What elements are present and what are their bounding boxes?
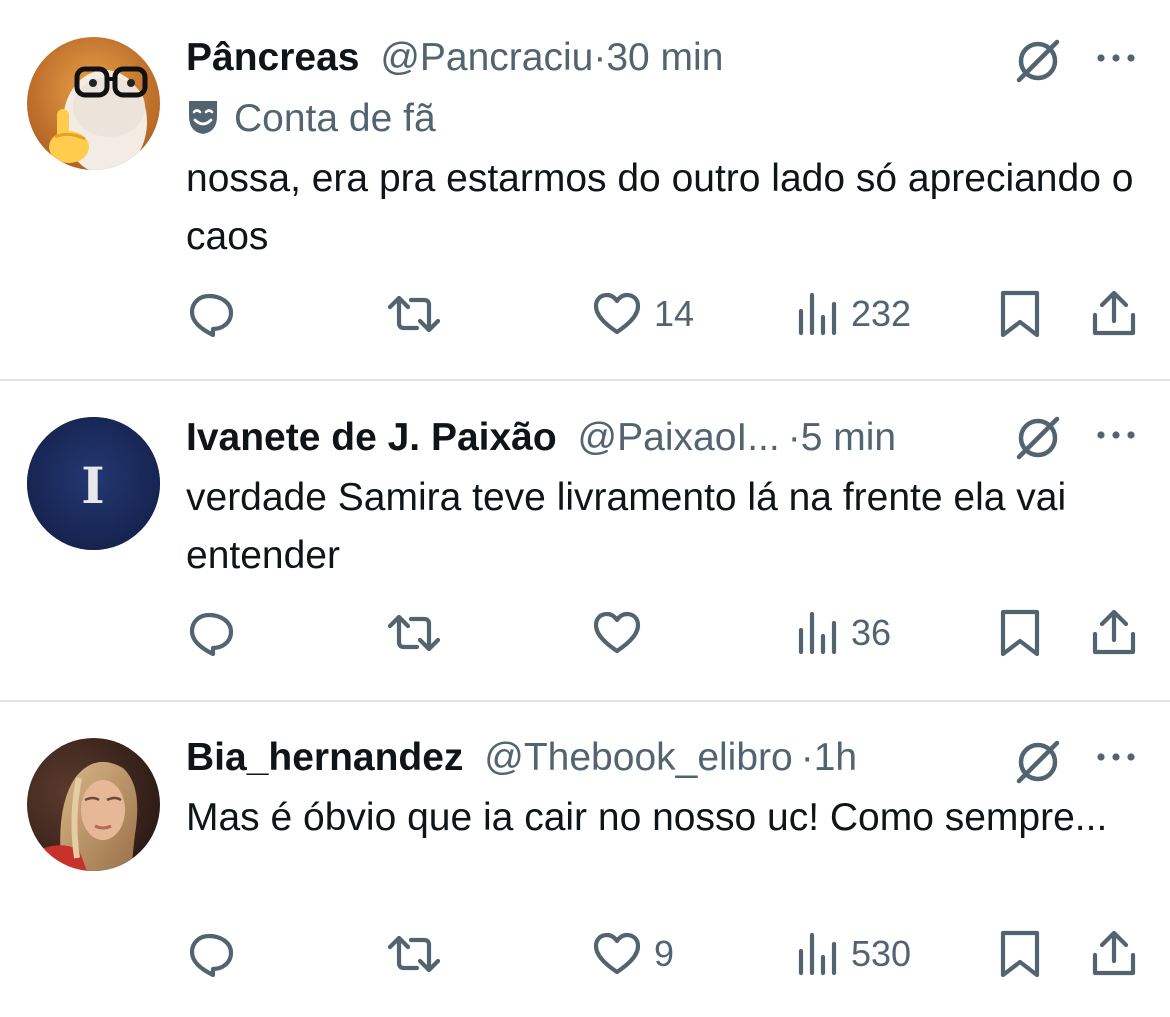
share-button[interactable]: [1090, 289, 1138, 339]
tweet-header: Bia_hernandez @Thebook_elibro ·1h: [186, 733, 1020, 783]
avatar[interactable]: [27, 738, 160, 871]
views-button[interactable]: 530: [797, 929, 911, 979]
share-icon: [1092, 930, 1136, 976]
grok-icon[interactable]: [1013, 737, 1063, 787]
avatar[interactable]: I: [27, 417, 160, 550]
bookmark-icon: [1000, 290, 1040, 338]
tweet-text: verdade Samira teve livramento lá na fre…: [186, 476, 1067, 577]
author-handle[interactable]: @PaixaoI...: [578, 416, 780, 459]
author-name[interactable]: Bia_hernandez: [186, 736, 463, 779]
tweet[interactable]: I Ivanete de J. Paixão @PaixaoI... ·5 min…: [0, 381, 1170, 701]
timestamp[interactable]: 1h: [814, 736, 857, 779]
views-count: 36: [851, 612, 892, 653]
tweet-text: nossa, era pra estarmos do outro lado só…: [186, 157, 1134, 258]
timestamp[interactable]: 30 min: [606, 36, 723, 79]
avatar-letter: I: [81, 456, 104, 515]
author-handle[interactable]: @Pancraciu: [380, 36, 593, 79]
share-button[interactable]: [1090, 929, 1138, 979]
like-button[interactable]: 9: [592, 929, 674, 979]
grok-icon[interactable]: [1013, 36, 1063, 86]
bookmark-button[interactable]: [998, 929, 1042, 979]
like-count: 14: [654, 293, 695, 334]
tweet-header: Ivanete de J. Paixão @PaixaoI... ·5 min: [186, 413, 980, 463]
tweet[interactable]: Pâncreas @Pancraciu·30 min Conta de fã n…: [0, 0, 1170, 380]
reply-icon: [189, 933, 234, 978]
heart-icon: [593, 292, 641, 335]
bookmark-icon: [1000, 609, 1040, 657]
share-button[interactable]: [1090, 608, 1138, 658]
reply-button[interactable]: [187, 289, 237, 339]
reply-button[interactable]: [187, 608, 237, 658]
fan-account-label: Conta de fã: [234, 97, 436, 140]
fan-account-badge: Conta de fã: [186, 94, 436, 144]
retweet-button[interactable]: [386, 929, 442, 979]
bookmark-icon: [1000, 930, 1040, 978]
views-icon: [798, 611, 837, 655]
views-icon: [798, 932, 837, 976]
author-name[interactable]: Ivanete de J. Paixão: [186, 416, 557, 459]
bookmark-button[interactable]: [998, 608, 1042, 658]
heart-icon: [593, 611, 641, 654]
reply-icon: [189, 612, 234, 657]
separator-dot: ·: [593, 36, 607, 79]
views-count: 232: [851, 293, 912, 334]
tweet-text: Mas é óbvio que ia cair no nosso uc! Com…: [186, 796, 1108, 839]
more-icon[interactable]: [1093, 425, 1139, 445]
retweet-icon: [387, 614, 441, 652]
like-count: 9: [654, 933, 675, 974]
like-button[interactable]: 14: [592, 289, 694, 339]
views-icon: [798, 292, 837, 336]
separator-dot: ·: [787, 416, 801, 459]
share-icon: [1092, 609, 1136, 655]
retweet-icon: [387, 295, 441, 333]
more-icon[interactable]: [1093, 747, 1139, 767]
views-button[interactable]: 232: [797, 289, 911, 339]
timestamp[interactable]: 5 min: [801, 416, 896, 459]
heart-icon: [593, 932, 641, 975]
retweet-icon: [387, 935, 441, 973]
tweet[interactable]: Bia_hernandez @Thebook_elibro ·1h Mas é ó…: [0, 702, 1170, 1017]
retweet-button[interactable]: [386, 289, 442, 339]
views-count: 530: [851, 933, 912, 974]
more-icon[interactable]: [1093, 48, 1139, 68]
share-icon: [1092, 290, 1136, 336]
separator-dot: ·: [800, 736, 814, 779]
reply-icon: [189, 293, 234, 338]
bookmark-button[interactable]: [998, 289, 1042, 339]
fan-account-mask-icon: [189, 100, 217, 134]
author-name[interactable]: Pâncreas: [186, 36, 359, 79]
author-handle[interactable]: @Thebook_elibro: [484, 736, 792, 779]
avatar[interactable]: [27, 37, 160, 170]
retweet-button[interactable]: [386, 608, 442, 658]
tweet-header: Pâncreas @Pancraciu·30 min: [186, 33, 1020, 83]
like-button[interactable]: [592, 608, 654, 658]
replies-feed: Pâncreas @Pancraciu·30 min Conta de fã n…: [0, 0, 1170, 1017]
views-button[interactable]: 36: [797, 608, 891, 658]
reply-button[interactable]: [187, 929, 237, 979]
grok-icon[interactable]: [1013, 413, 1063, 463]
